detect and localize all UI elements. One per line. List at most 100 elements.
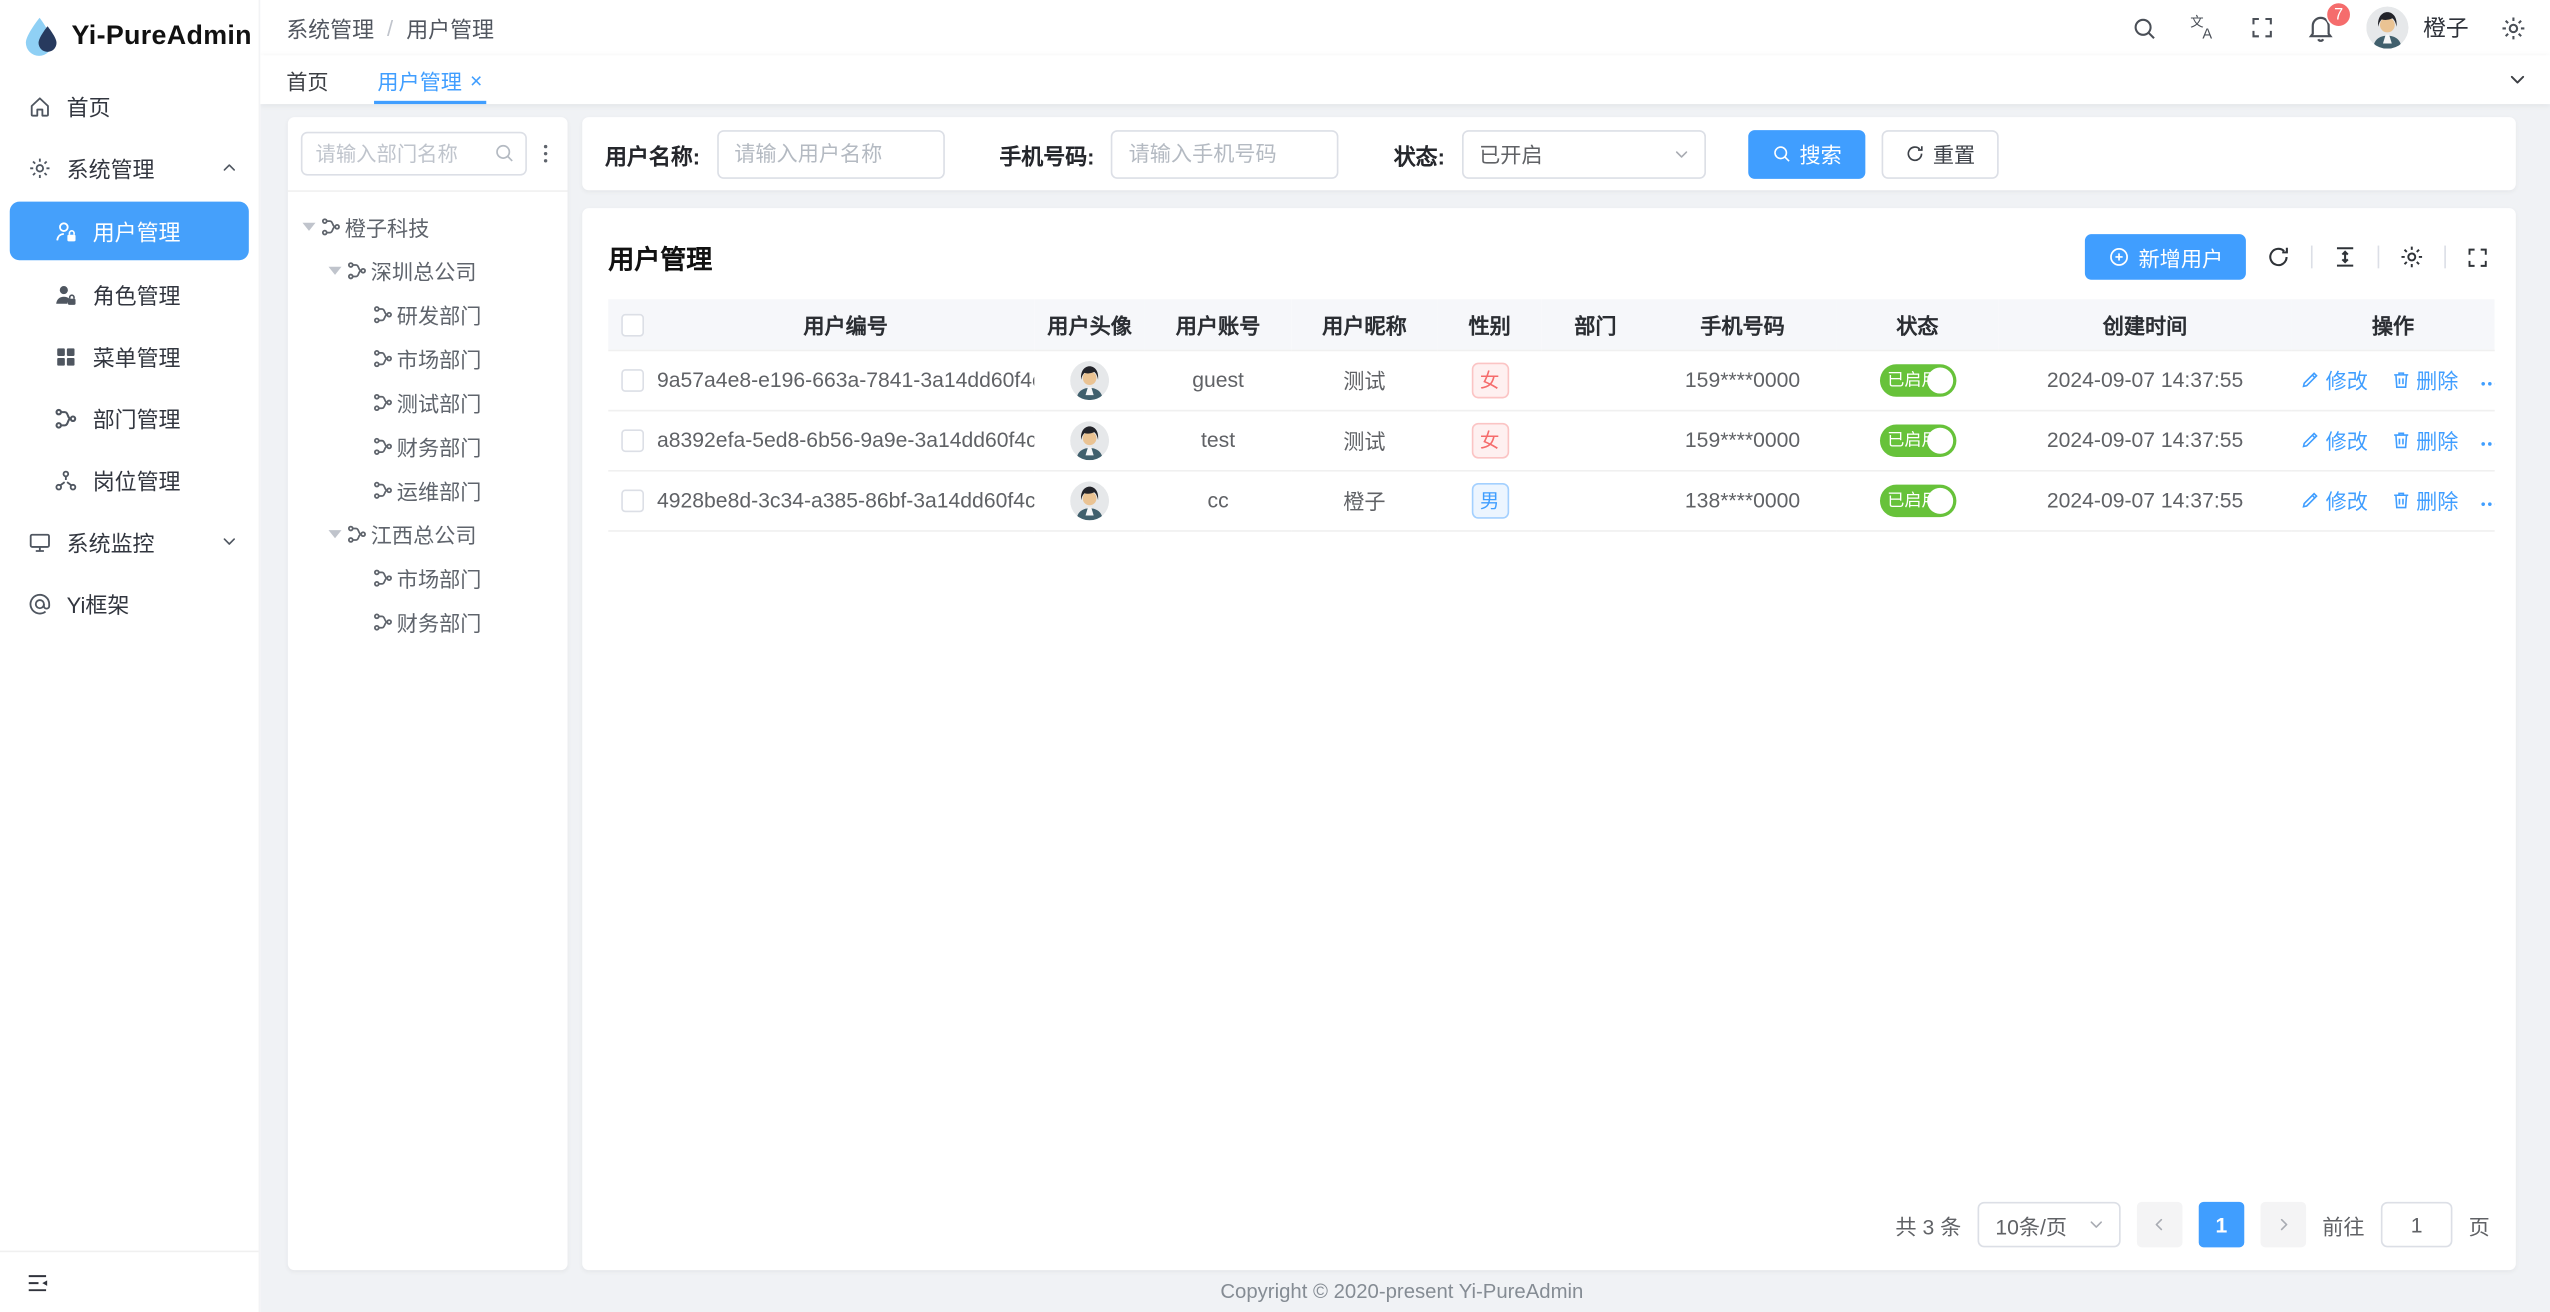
reset-button[interactable]: 重置: [1881, 129, 1998, 178]
tree-node[interactable]: 测试部门: [288, 381, 568, 425]
tabs-dropdown-button[interactable]: [2485, 55, 2550, 104]
table-row: 4928be8d-3c34-a385-86bf-3a14dd60f4c6 cc …: [608, 470, 2494, 530]
sidebar-item-post-mgmt[interactable]: 岗位管理: [0, 449, 259, 511]
page-number-button[interactable]: 1: [2199, 1202, 2245, 1248]
breadcrumb-item-user-mgmt[interactable]: 用户管理: [406, 11, 494, 44]
branch-icon: [372, 611, 393, 632]
edit-button[interactable]: 修改: [2300, 424, 2368, 455]
column-header: 状态: [1836, 299, 1999, 349]
delete-button[interactable]: 删除: [2390, 484, 2458, 515]
sidebar-item-home[interactable]: 首页: [0, 75, 259, 137]
caret-down-icon[interactable]: [324, 530, 347, 538]
tree-node[interactable]: 市场部门: [288, 337, 568, 381]
toggle-knob: [1926, 367, 1952, 393]
status-toggle[interactable]: 已启用: [1879, 363, 1955, 396]
add-user-button[interactable]: 新增用户: [2085, 234, 2246, 280]
user-name[interactable]: 橙子: [2423, 11, 2469, 44]
sidebar-group-system-mgmt[interactable]: 系统管理: [0, 137, 259, 199]
chevron-down-icon: [2506, 68, 2529, 91]
more-actions-button[interactable]: [2479, 373, 2495, 396]
tree-node[interactable]: 橙子科技: [288, 205, 568, 249]
tree-node-label: 研发部门: [397, 299, 482, 330]
row-density-button[interactable]: [2332, 244, 2358, 270]
user-avatar[interactable]: [2366, 7, 2408, 49]
delete-button[interactable]: 删除: [2390, 364, 2458, 395]
trash-icon: [2390, 489, 2411, 510]
grid-icon: [54, 344, 78, 368]
sidebar: Yi-PureAdmin 首页 系统管理 用户管理 角色管理 菜单: [0, 0, 260, 1312]
more-actions-button[interactable]: [2479, 433, 2495, 456]
total-count: 共 3 条: [1895, 1209, 1961, 1240]
delete-button[interactable]: 删除: [2390, 424, 2458, 455]
select-all-checkbox[interactable]: [621, 314, 644, 337]
breadcrumb-item-system-mgmt[interactable]: 系统管理: [286, 11, 374, 44]
tree-node-label: 测试部门: [397, 387, 482, 418]
notifications-button[interactable]: 7: [2306, 13, 2335, 42]
language-button[interactable]: [2189, 13, 2218, 42]
caret-down-icon[interactable]: [298, 223, 321, 231]
branch-icon: [372, 480, 393, 501]
plus-circle-icon: [2108, 246, 2131, 269]
tree-node[interactable]: 深圳总公司: [288, 249, 568, 293]
tree-node[interactable]: 市场部门: [288, 556, 568, 600]
sidebar-group-system-monitor[interactable]: 系统监控: [0, 511, 259, 573]
column-header: 创建时间: [1999, 299, 2292, 349]
sidebar-item-user-mgmt[interactable]: 用户管理: [10, 202, 249, 261]
settings-button[interactable]: [2500, 14, 2528, 42]
row-checkbox[interactable]: [621, 430, 644, 453]
row-checkbox[interactable]: [621, 490, 644, 513]
phone-label: 手机号码:: [999, 137, 1094, 170]
tree-more-button[interactable]: [533, 141, 557, 165]
density-icon: [2332, 244, 2358, 270]
sidebar-item-yi-framework[interactable]: Yi框架: [0, 572, 259, 634]
logo[interactable]: Yi-PureAdmin: [0, 0, 259, 72]
caret-down-icon[interactable]: [324, 267, 347, 275]
chevron-down-icon: [220, 532, 240, 552]
collapse-sidebar-button[interactable]: [24, 1269, 50, 1295]
page-size-select[interactable]: 10条/页: [1978, 1202, 2121, 1248]
column-settings-button[interactable]: [2399, 244, 2425, 270]
dept-tree: 橙子科技 深圳总公司 研发部门 市场部门 测试部门 财务部门 运维部门 江西总公…: [288, 192, 568, 644]
close-icon[interactable]: ×: [470, 69, 482, 90]
next-page-button[interactable]: [2260, 1202, 2306, 1248]
fullscreen-button[interactable]: [2249, 15, 2275, 41]
sidebar-item-role-mgmt[interactable]: 角色管理: [0, 263, 259, 325]
topbar: 系统管理 / 用户管理 7: [260, 0, 2550, 55]
status-select[interactable]: 已开启: [1461, 129, 1705, 178]
page-suffix: 页: [2469, 1209, 2490, 1240]
search-button[interactable]: 搜索: [1747, 129, 1864, 178]
tree-node[interactable]: 财务部门: [288, 600, 568, 644]
tab-user-mgmt[interactable]: 用户管理 ×: [377, 55, 482, 104]
more-actions-button[interactable]: [2479, 493, 2495, 516]
user-avatar: [1070, 420, 1109, 459]
goto-page-input[interactable]: [2381, 1202, 2453, 1248]
edit-button[interactable]: 修改: [2300, 484, 2368, 515]
branch-icon: [320, 216, 341, 237]
sidebar-item-menu-mgmt[interactable]: 菜单管理: [0, 325, 259, 387]
tree-node[interactable]: 研发部门: [288, 293, 568, 337]
branch-icon: [346, 260, 367, 281]
table-fullscreen-button[interactable]: [2465, 245, 2489, 269]
pagination: 共 3 条 10条/页 1 前往 页: [608, 1182, 2490, 1247]
prev-page-button[interactable]: [2137, 1202, 2183, 1248]
sidebar-item-label: 首页: [67, 89, 239, 122]
row-checkbox[interactable]: [621, 370, 644, 393]
tree-node[interactable]: 财务部门: [288, 424, 568, 468]
page-size-value: 10条/页: [1995, 1209, 2067, 1240]
main-area: 系统管理 / 用户管理 7: [260, 0, 2550, 1312]
refresh-table-button[interactable]: [2265, 244, 2291, 270]
tree-node[interactable]: 运维部门: [288, 468, 568, 512]
sidebar-item-label: 岗位管理: [93, 463, 239, 496]
edit-button[interactable]: 修改: [2300, 364, 2368, 395]
status-toggle[interactable]: 已启用: [1879, 424, 1955, 457]
tree-node[interactable]: 江西总公司: [288, 512, 568, 556]
username-input[interactable]: [716, 129, 944, 178]
tab-home[interactable]: 首页: [286, 55, 328, 104]
column-header: 用户账号: [1145, 299, 1291, 349]
search-button[interactable]: [2130, 14, 2158, 42]
sidebar-item-dept-mgmt[interactable]: 部门管理: [0, 387, 259, 449]
more-horizontal-icon: [2479, 373, 2495, 396]
phone-input[interactable]: [1111, 129, 1339, 178]
gender-tag: 男: [1471, 482, 1508, 518]
status-toggle[interactable]: 已启用: [1879, 484, 1955, 517]
